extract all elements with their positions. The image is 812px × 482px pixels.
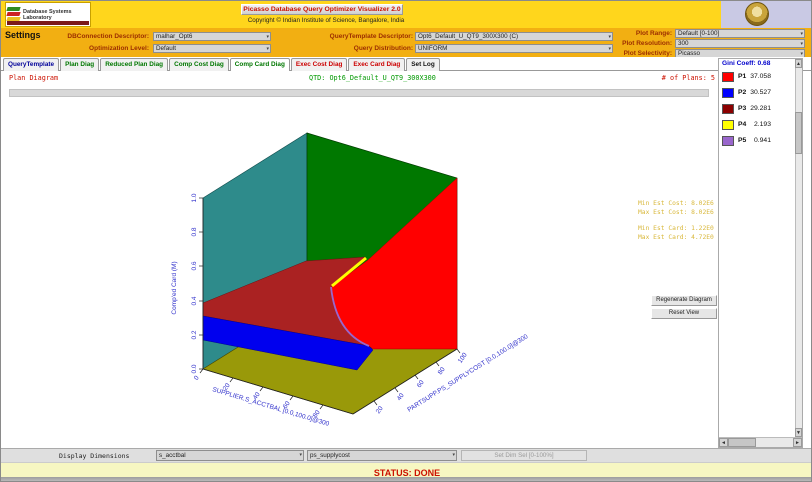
- toolbar-strip: [9, 89, 709, 97]
- tab-reduced-plan-diag[interactable]: Reduced Plan Diag: [100, 58, 169, 71]
- status-bar: STATUS: DONE: [1, 462, 811, 478]
- min-est-card-label: Min Est Card: 1.22E0: [638, 225, 714, 232]
- max-est-card-label: Max Est Card: 4.72E0: [638, 234, 714, 241]
- dropdown-arrow-icon: ▾: [452, 452, 455, 458]
- svg-text:1.0: 1.0: [191, 193, 198, 202]
- diagram-area: Plan Diagram QTD: Opt6_Default_U_QT9_300…: [1, 71, 811, 448]
- dimension-bar: Display Dimensions s_acctbal ▾ ps_supply…: [1, 448, 811, 462]
- min-est-cost-label: Min Est Cost: 8.02E6: [638, 200, 714, 207]
- tab-plan-diag[interactable]: Plan Diag: [60, 58, 100, 71]
- display-dimensions-label: Display Dimensions: [59, 452, 130, 460]
- plot-range-label: Plot Range:: [635, 30, 672, 37]
- dbconnection-label: DBConnection Descriptor:: [67, 33, 149, 40]
- plot-resolution-select[interactable]: 300 ▾: [675, 39, 805, 48]
- p4-swatch: [722, 120, 734, 130]
- settings-panel: Settings DBConnection Descriptor: malhar…: [1, 28, 811, 58]
- card-diagram-3d-plot[interactable]: 0.0 0.2 0.4 0.6 0.8 1.0 Comp'ed Card (M)…: [9, 98, 713, 446]
- svg-text:0: 0: [193, 374, 201, 381]
- plot-selectivity-label: Plot Selectivity:: [623, 50, 672, 57]
- svg-text:40: 40: [396, 392, 406, 402]
- tab-querytemplate[interactable]: QueryTemplate: [3, 58, 60, 71]
- dsl-logo: Database Systems Laboratory: [5, 2, 91, 27]
- app-window: Database Systems Laboratory Picasso Data…: [0, 0, 812, 482]
- querytemplate-label: QueryTemplate Descriptor:: [329, 33, 413, 40]
- plan-count-label: # of Plans: 5: [661, 74, 715, 82]
- p3-value: 29.281: [750, 105, 771, 112]
- set-dim-sel-button[interactable]: Set Dim Sel [0-100%]: [461, 450, 587, 461]
- svg-text:80: 80: [437, 366, 447, 376]
- dbconnection-select[interactable]: malhar_Opt6 ▾: [153, 32, 271, 41]
- scroll-right-button[interactable]: ►: [793, 438, 802, 447]
- svg-text:0.4: 0.4: [191, 296, 198, 305]
- dimension2-select[interactable]: ps_supplycost ▾: [307, 450, 457, 461]
- z-axis-ticks: 0.0 0.2 0.4 0.6 0.8 1.0: [191, 193, 203, 374]
- header-bar: Database Systems Laboratory Picasso Data…: [1, 1, 811, 28]
- p1-value: 37.058: [750, 73, 771, 80]
- svg-text:0.0: 0.0: [191, 364, 198, 373]
- gini-coeff-label: Gini Coeff: 0.68: [722, 60, 771, 67]
- scroll-up-button[interactable]: ▲: [795, 59, 802, 68]
- header-corner: [721, 1, 811, 28]
- tab-comp-cost-diag[interactable]: Comp Cost Diag: [169, 58, 229, 71]
- dsl-logo-title: Database Systems Laboratory: [23, 8, 72, 21]
- dropdown-arrow-icon: ▾: [299, 452, 302, 458]
- p1-swatch: [722, 72, 734, 82]
- dropdown-arrow-icon: ▾: [266, 34, 269, 40]
- p3-swatch: [722, 104, 734, 114]
- plot-resolution-label: Plot Resolution:: [622, 40, 672, 47]
- svg-text:20: 20: [375, 405, 385, 415]
- svg-text:0.6: 0.6: [191, 261, 198, 270]
- p2-swatch: [722, 88, 734, 98]
- p4-value: 2.193: [753, 121, 771, 128]
- svg-text:100: 100: [457, 351, 469, 364]
- dsl-logo-band: [7, 21, 89, 25]
- p5-value: 0.941: [753, 137, 771, 144]
- diagram-type-label: Plan Diagram: [9, 74, 59, 82]
- dropdown-arrow-icon: ▾: [266, 46, 269, 52]
- query-distribution-label: Query Distribution:: [353, 45, 413, 52]
- legend-vscrollbar[interactable]: [795, 68, 802, 437]
- tab-exec-card-diag[interactable]: Exec Card Diag: [348, 58, 406, 71]
- app-title: Picasso Database Query Optimizer Visuali…: [241, 4, 403, 15]
- window-bottom-edge: [1, 477, 811, 481]
- p5-swatch: [722, 136, 734, 146]
- p2-value: 30.527: [750, 89, 771, 96]
- dimension1-select[interactable]: s_acctbal ▾: [156, 450, 304, 461]
- max-est-cost-label: Max Est Cost: 8.02E6: [638, 209, 714, 216]
- copyright-text: Copyright © Indian Institute of Science,…: [247, 17, 405, 24]
- svg-text:60: 60: [416, 379, 426, 389]
- plot-range-select[interactable]: Default [0-100] ▾: [675, 29, 805, 38]
- regenerate-diagram-button[interactable]: Regenerate Diagram: [651, 295, 717, 306]
- tab-bar: QueryTemplate Plan Diag Reduced Plan Dia…: [1, 57, 811, 72]
- optimization-level-label: Optimization Level:: [89, 45, 149, 52]
- svg-text:0.2: 0.2: [191, 330, 198, 339]
- dropdown-arrow-icon: ▾: [800, 41, 803, 47]
- scroll-left-button[interactable]: ◄: [719, 438, 728, 447]
- iisc-seal-icon: [745, 2, 769, 26]
- tab-set-log[interactable]: Set Log: [406, 58, 440, 71]
- plan-legend-panel: Gini Coeff: 0.68 ▲ ▼ P1 37.058 P2 30.527…: [718, 58, 803, 448]
- scroll-down-button[interactable]: ▼: [795, 428, 802, 437]
- optimization-level-select[interactable]: Default ▾: [153, 44, 271, 53]
- z-axis-label: Comp'ed Card (M): [171, 261, 178, 314]
- vscroll-thumb[interactable]: [795, 112, 802, 154]
- dropdown-arrow-icon: ▾: [800, 31, 803, 37]
- tab-exec-cost-diag[interactable]: Exec Cost Diag: [290, 58, 348, 71]
- legend-hscrollbar[interactable]: ◄ ►: [719, 437, 802, 447]
- reset-view-button[interactable]: Reset View: [651, 308, 717, 319]
- qtd-label: QTD: Opt6_Default_U_QT9_300X300: [309, 74, 436, 82]
- hscroll-thumb[interactable]: [728, 438, 756, 447]
- svg-text:0.8: 0.8: [191, 227, 198, 236]
- tab-comp-card-diag[interactable]: Comp Card Diag: [229, 58, 290, 72]
